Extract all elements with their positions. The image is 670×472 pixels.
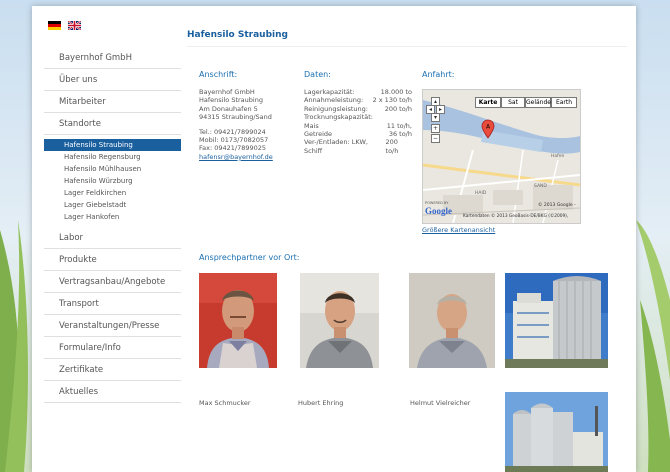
map-copyright: Kartendaten © 2013 GeoBasis-DE/BKG (©200… <box>463 214 569 219</box>
data-label: Getreide <box>304 130 333 139</box>
map-type-gelaende[interactable]: Gelände <box>525 97 551 108</box>
subnav-item-wuerzburg[interactable]: Hafensilo Würzburg <box>44 175 181 187</box>
map-label-sand: SAND <box>534 184 547 189</box>
subnav-item-muehlhausen[interactable]: Hafensilo Mühlhausen <box>44 163 181 175</box>
subnav-item-hankofen[interactable]: Lager Hankofen <box>44 211 181 223</box>
contacts-heading: Ansprechpartner vor Ort: <box>199 253 300 262</box>
data-label: Mais <box>304 121 319 130</box>
data-label: Trocknungskapazität: <box>304 113 373 122</box>
anschrift-heading: Anschrift: <box>199 70 238 79</box>
nav-item-produkte[interactable]: Produkte <box>44 250 181 271</box>
data-row: Ver-/Entladen: LKW, Schiff 200 to/h <box>304 138 412 155</box>
language-switcher <box>48 21 81 30</box>
map-copyright-google: © 2013 Google - <box>538 203 576 208</box>
main-navigation: Bayernhof GmbH Über uns Mitarbeiter Stan… <box>44 48 181 404</box>
data-value: 200 to/h <box>384 104 412 113</box>
data-table: Lagerkapazität: 18.000 to Annahmeleistung… <box>304 88 412 155</box>
google-logo[interactable]: Google <box>425 206 452 216</box>
nav-item-mitarbeiter[interactable]: Mitarbeiter <box>44 92 181 113</box>
contact-name: Helmut Vielreicher <box>410 399 471 407</box>
page-container: Bayernhof GmbH Über uns Mitarbeiter Stan… <box>32 6 636 472</box>
map-type-sat[interactable]: Sat <box>501 97 525 108</box>
address-line: 94315 Straubing/Sand <box>199 113 272 122</box>
data-row: Trocknungskapazität: <box>304 113 412 121</box>
map-marker-icon[interactable]: A <box>481 119 495 139</box>
nav-item-vertragsanbau[interactable]: Vertragsanbau/Angebote <box>44 272 181 293</box>
main-content: Hafensilo Straubing Anschrift: Bayernhof… <box>187 6 636 472</box>
phone-number: Tel.: 09421/7899024 <box>199 127 266 136</box>
map-zoom-out-icon[interactable]: − <box>431 134 440 143</box>
contact-name: Hubert Ehring <box>298 399 344 407</box>
data-row: Getreide 36 to/h <box>304 130 412 138</box>
nav-item-formulare[interactable]: Formulare/Info <box>44 338 181 359</box>
data-label: Annahmeleistung: <box>304 96 364 105</box>
subnav-item-feldkirchen[interactable]: Lager Feldkirchen <box>44 187 181 199</box>
data-label: Reinigungsleistung: <box>304 104 368 113</box>
address-line: Hafensilo Straubing <box>199 96 263 105</box>
data-label: Ver-/Entladen: LKW, Schiff <box>304 138 368 155</box>
larger-map-link[interactable]: Größere Kartenansicht <box>422 226 495 234</box>
map-type-earth[interactable]: Earth <box>551 97 577 108</box>
standorte-subnav: Hafensilo Straubing Hafensilo Regensburg… <box>44 136 181 227</box>
data-row: Mais 11 to/h, <box>304 122 412 130</box>
daten-heading: Daten: <box>304 70 331 79</box>
map-label-hafen: Hafen <box>551 154 565 159</box>
address-block: Bayernhof GmbH Hafensilo Straubing Am Do… <box>199 88 299 161</box>
nav-item-transport[interactable]: Transport <box>44 294 181 315</box>
map-powered-by: POWERED BY <box>425 201 449 205</box>
silo-photo-2 <box>505 392 608 472</box>
subnav-item-giebelstadt[interactable]: Lager Giebelstadt <box>44 199 181 211</box>
fax-number: Fax: 09421/7899025 <box>199 144 267 153</box>
uk-flag-icon[interactable] <box>68 21 81 30</box>
mobile-number: Mobil: 0173/7082057 <box>199 136 269 145</box>
map-zoom-in-icon[interactable]: + <box>431 124 440 133</box>
nav-item-zertifikate[interactable]: Zertifikate <box>44 360 181 381</box>
data-row: Lagerkapazität: 18.000 to <box>304 88 412 96</box>
anfahrt-heading: Anfahrt: <box>422 70 455 79</box>
data-value: 11 to/h, <box>386 121 412 130</box>
contact-photo-ehring <box>300 273 379 368</box>
nav-item-aktuelles[interactable]: Aktuelles <box>44 382 181 403</box>
contact-photo-schmucker <box>199 273 277 368</box>
data-row: Annahmeleistung: 2 x 130 to/h <box>304 96 412 104</box>
sidebar: Bayernhof GmbH Über uns Mitarbeiter Stan… <box>32 6 182 472</box>
page-title: Hafensilo Straubing <box>187 30 288 40</box>
map-pan-down-icon[interactable]: ▾ <box>431 113 440 122</box>
map-label-haid: HAID <box>475 191 487 196</box>
data-value: 18.000 to <box>380 88 412 96</box>
contact-name: Max Schmucker <box>199 399 251 407</box>
nav-item-labor[interactable]: Labor <box>44 228 181 249</box>
address-line: Bayernhof GmbH <box>199 88 255 96</box>
address-line: Am Donauhafen 5 <box>199 104 258 113</box>
data-value: 36 to/h <box>388 130 412 139</box>
nav-item-veranstaltungen[interactable]: Veranstaltungen/Presse <box>44 316 181 337</box>
subnav-item-straubing[interactable]: Hafensilo Straubing <box>44 139 181 151</box>
google-map[interactable]: ▴ ◂ ▸ ▾ + − Karte Sat Gelände Earth A Ha… <box>422 89 581 224</box>
data-row: Reinigungsleistung: 200 to/h <box>304 105 412 113</box>
nav-item-bayernhof[interactable]: Bayernhof GmbH <box>44 48 181 69</box>
title-divider <box>187 46 627 47</box>
map-type-karte[interactable]: Karte <box>475 97 501 108</box>
silo-photo <box>505 273 608 368</box>
email-link[interactable]: hafensr@bayernhof.de <box>199 153 299 161</box>
nav-item-ueber-uns[interactable]: Über uns <box>44 70 181 91</box>
german-flag-icon[interactable] <box>48 21 61 30</box>
subnav-item-regensburg[interactable]: Hafensilo Regensburg <box>44 151 181 163</box>
nav-item-standorte[interactable]: Standorte <box>44 114 181 135</box>
contact-photo-vielreicher <box>409 273 495 368</box>
data-label: Lagerkapazität: <box>304 88 355 96</box>
data-value: 200 to/h <box>385 138 399 155</box>
data-value: 2 x 130 to/h <box>372 96 412 105</box>
